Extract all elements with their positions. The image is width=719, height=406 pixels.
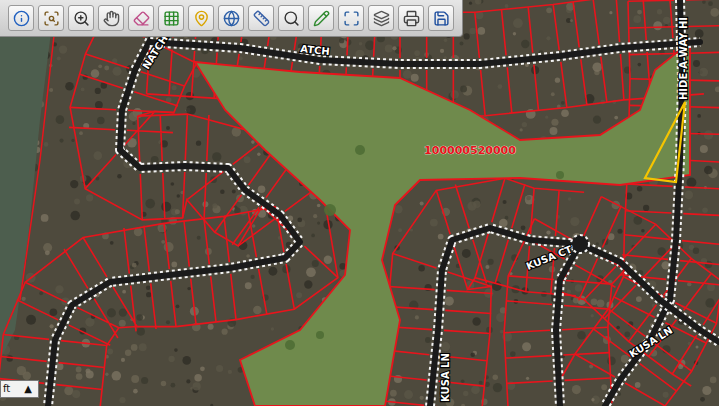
parcel-label: 100000520000 (424, 144, 516, 157)
tool-button[interactable] (308, 5, 334, 31)
tool-button[interactable] (218, 5, 244, 31)
tool-button[interactable] (158, 5, 184, 31)
tool-button[interactable] (428, 5, 454, 31)
eraser-icon (133, 10, 150, 27)
road-label: ATCH (300, 43, 330, 57)
road (150, 42, 700, 64)
parcel-lines (0, 0, 719, 406)
map-canvas[interactable]: NATCHEATCHHIDE-A-WAY HI100000520000KUSA … (0, 0, 719, 406)
toolbar (0, 0, 463, 37)
hand-icon (103, 10, 120, 27)
road-label: KUSA LN (627, 324, 674, 359)
identify-icon (43, 10, 60, 27)
lake (0, 0, 55, 360)
tool-button[interactable] (128, 5, 154, 31)
printer-icon (403, 10, 420, 27)
scale-bar: ft ▲ (0, 380, 39, 398)
roads (48, 0, 719, 406)
golf-trees (285, 145, 564, 350)
ruler-icon (253, 10, 270, 27)
shore-line (20, 0, 58, 300)
info-icon (13, 10, 30, 27)
tool-button[interactable] (98, 5, 124, 31)
tool-button[interactable] (68, 5, 94, 31)
golf-course[interactable] (195, 42, 690, 406)
globe-icon (223, 10, 240, 27)
road (605, 0, 682, 406)
scale-unit: ft (3, 382, 10, 396)
select-box-icon (163, 10, 180, 27)
magnifier-icon (283, 10, 300, 27)
zoom-in-icon (73, 10, 90, 27)
road (556, 244, 580, 406)
road (48, 40, 300, 406)
road (430, 228, 580, 406)
pencil-icon (313, 10, 330, 27)
tool-button[interactable] (248, 5, 274, 31)
tool-button[interactable] (38, 5, 64, 31)
cul-de-sac (571, 235, 589, 253)
selected-parcel[interactable] (645, 102, 685, 182)
layers-icon (373, 10, 390, 27)
road-label: KUSA CT (525, 244, 574, 272)
tool-button[interactable] (398, 5, 424, 31)
tool-button[interactable] (8, 5, 34, 31)
road (580, 244, 719, 342)
tool-button[interactable] (278, 5, 304, 31)
pin-icon (193, 10, 210, 27)
map-viewer: NATCHEATCHHIDE-A-WAY HI100000520000KUSA … (0, 0, 719, 406)
tool-button[interactable] (188, 5, 214, 31)
tool-button[interactable] (338, 5, 364, 31)
road-label: HIDE-A-WAY HI (678, 17, 689, 100)
road-label: KUSA LN (440, 353, 451, 402)
full-extent-icon (343, 10, 360, 27)
scale-toggle[interactable]: ▲ (24, 382, 32, 396)
tool-button[interactable] (368, 5, 394, 31)
save-icon (433, 10, 450, 27)
